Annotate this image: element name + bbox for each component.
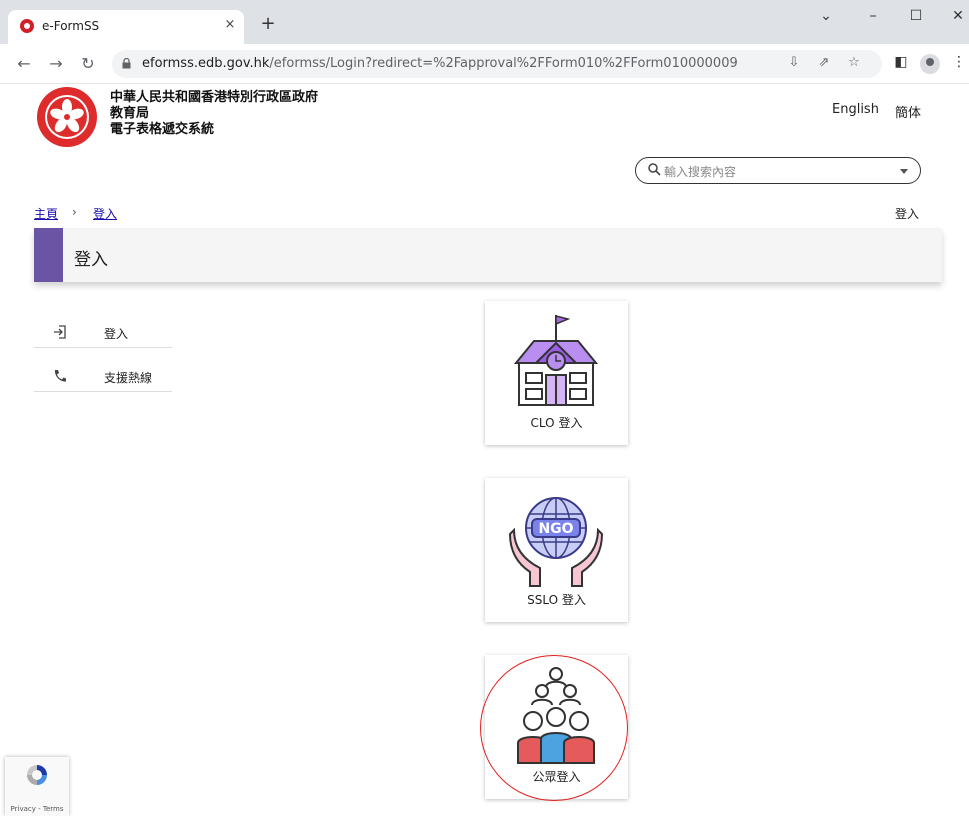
title-accent-bar [34,228,63,282]
public-login-label: 公眾登入 [532,770,581,784]
ngo-globe-icon: NGO [508,497,604,587]
url-text: eformss.edb.gov.hk/eformss/Login?redirec… [142,56,738,71]
forward-icon[interactable]: → [46,54,66,73]
login-icon [54,325,66,339]
lang-simplified-link[interactable]: 簡体 [895,102,921,121]
clo-login-label: CLO 登入 [530,416,583,430]
search-input[interactable]: 輸入搜索內容 [635,157,921,184]
breadcrumb-separator: › [72,205,77,219]
side-panel-icon[interactable]: ◧ [892,54,910,70]
reload-icon[interactable]: ↻ [78,54,98,73]
public-people-icon [517,667,595,764]
lock-icon [122,58,131,69]
dropdown-caret-icon[interactable] [900,169,908,174]
address-bar[interactable]: eformss.edb.gov.hk/eformss/Login?redirec… [112,50,882,78]
tab-search-icon[interactable]: ⌄ [816,8,836,24]
new-tab-button[interactable]: + [258,13,278,34]
sidebar-item-label: 登入 [104,327,129,341]
clo-login-card[interactable]: CLO 登入 [485,301,628,445]
lang-english-link[interactable]: English [832,102,879,117]
close-window-icon[interactable]: ✕ [948,8,968,24]
sslo-login-label: SSLO 登入 [527,593,586,607]
search-placeholder: 輸入搜索內容 [664,165,737,179]
phone-icon [54,370,66,382]
minimize-icon[interactable]: – [863,8,883,24]
share-icon[interactable]: ⇗ [816,55,832,70]
sidebar-item-label: 支援熱線 [104,371,153,385]
tab-close-icon[interactable]: × [222,17,238,32]
recaptcha-logo-icon [27,765,47,785]
hksar-emblem-logo [37,87,97,147]
search-icon [648,163,661,176]
browser-tabstrip: e-FormSS × + ⌄ – ☐ ✕ [0,0,969,44]
system-name: 電子表格遞交系統 [110,122,215,137]
site-favicon-icon [20,19,34,33]
recaptcha-privacy-terms[interactable]: Privacy - Terms [5,805,69,813]
breadcrumb-right-label: 登入 [895,207,920,221]
bookmark-star-icon[interactable]: ☆ [846,55,862,70]
sidebar-item-login[interactable]: 登入 [34,316,172,348]
sslo-login-card[interactable]: NGO SSLO 登入 [485,478,628,622]
breadcrumb-current[interactable]: 登入 [93,205,117,222]
browser-toolbar: ← → ↻ eformss.edb.gov.hk/eformss/Login?r… [0,44,969,84]
install-app-icon[interactable]: ⇩ [786,55,802,70]
ngo-badge-text: NGO [538,521,573,537]
breadcrumb-home[interactable]: 主頁 [34,205,58,222]
profile-avatar-icon[interactable] [920,54,940,74]
back-icon[interactable]: ← [14,54,34,73]
recaptcha-badge[interactable]: Privacy - Terms [5,757,69,816]
url-domain: eformss.edb.gov.hk [142,56,270,71]
tab-title: e-FormSS [42,19,100,33]
maximize-icon[interactable]: ☐ [906,8,926,24]
sidebar-item-hotline[interactable]: 支援熱線 [34,360,172,392]
browser-tab[interactable]: e-FormSS × [8,10,244,44]
school-icon [513,315,599,406]
browser-menu-icon[interactable]: ⋮ [950,54,968,70]
page-title: 登入 [74,250,108,270]
url-path: /eformss/Login?redirect=%2Fapproval%2FFo… [269,56,738,71]
page-title-bar: 登入 [34,228,942,282]
public-login-card[interactable]: 公眾登入 [485,655,628,799]
